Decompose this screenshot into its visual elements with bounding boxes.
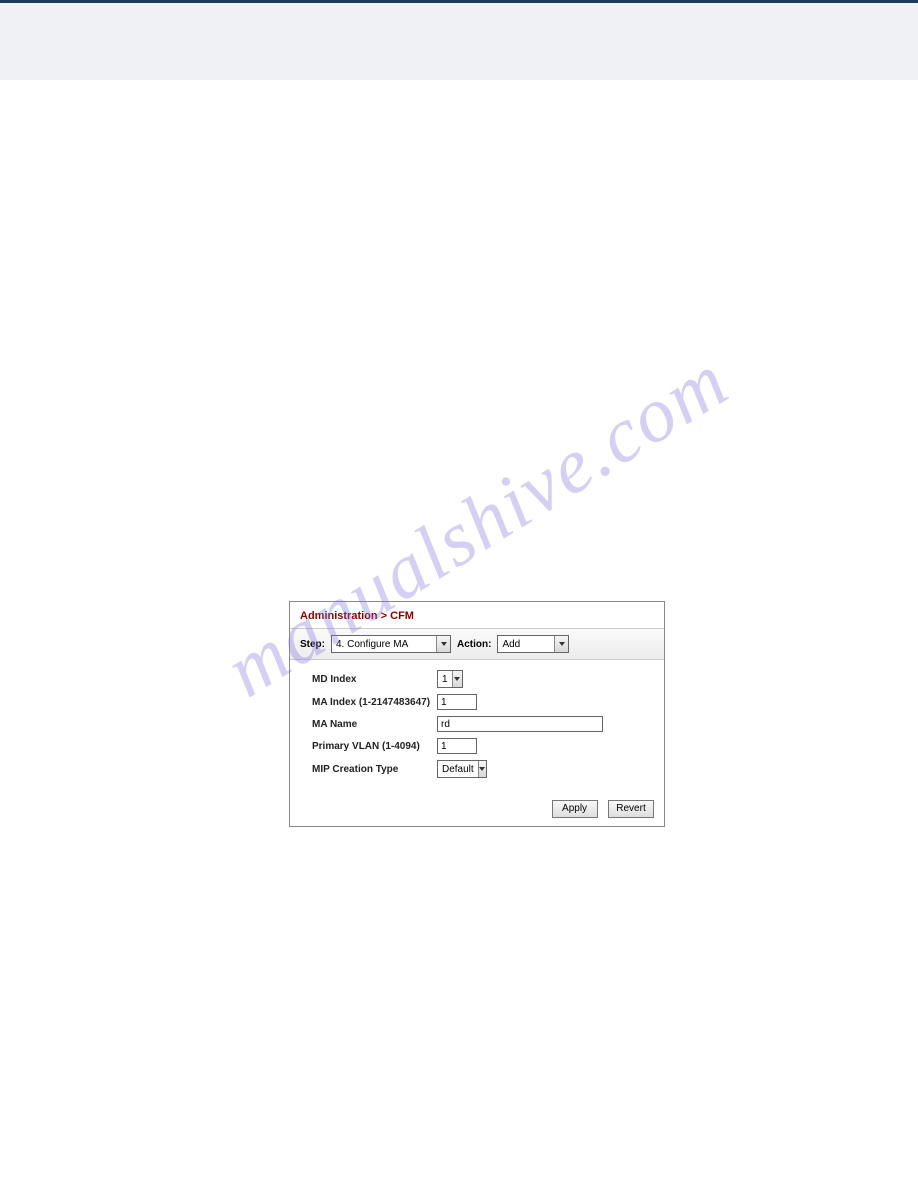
action-label: Action: [457,639,491,650]
buttons-row: Apply Revert [290,792,664,826]
md-index-row: MD Index 1 [312,670,654,688]
mip-creation-label: MIP Creation Type [312,764,437,775]
primary-vlan-label: Primary VLAN (1-4094) [312,741,437,752]
panel-breadcrumb: Administration > CFM [290,602,664,628]
md-index-value: 1 [438,674,452,685]
step-select[interactable]: 4. Configure MA [331,635,451,653]
step-label: Step: [300,639,325,650]
step-select-value: 4. Configure MA [332,639,436,650]
primary-vlan-row: Primary VLAN (1-4094) [312,738,654,754]
step-action-bar: Step: 4. Configure MA Action: Add [290,628,664,660]
action-select[interactable]: Add [497,635,569,653]
chevron-down-icon [452,671,462,687]
apply-button[interactable]: Apply [552,800,598,818]
chevron-down-icon [436,636,450,652]
ma-index-label: MA Index (1-2147483647) [312,697,437,708]
mip-creation-row: MIP Creation Type Default [312,760,654,778]
revert-button[interactable]: Revert [608,800,654,818]
ma-name-input[interactable] [437,716,603,732]
cfm-config-panel: Administration > CFM Step: 4. Configure … [289,601,665,827]
chevron-down-icon [478,761,486,777]
ma-name-row: MA Name [312,716,654,732]
ma-index-row: MA Index (1-2147483647) [312,694,654,710]
mip-creation-value: Default [438,764,478,775]
ma-name-label: MA Name [312,719,437,730]
chevron-down-icon [554,636,568,652]
primary-vlan-input[interactable] [437,738,477,754]
md-index-label: MD Index [312,674,437,685]
action-select-value: Add [498,639,554,650]
ma-index-input[interactable] [437,694,477,710]
mip-creation-select[interactable]: Default [437,760,487,778]
md-index-select[interactable]: 1 [437,670,463,688]
page-header-bar [0,0,918,80]
form-body: MD Index 1 MA Index (1-2147483647) MA Na… [290,660,664,792]
